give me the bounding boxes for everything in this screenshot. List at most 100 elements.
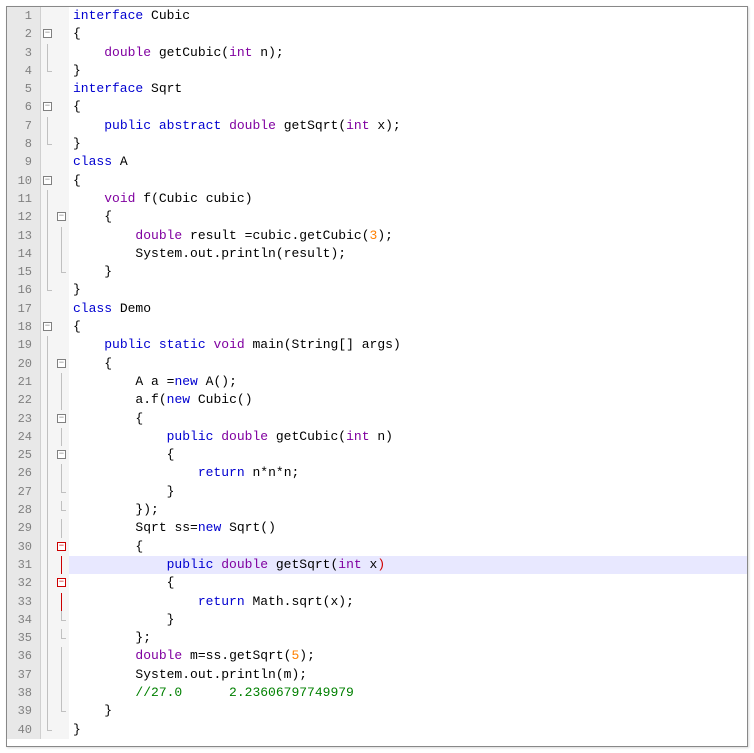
code-line[interactable]: 3 double getCubic(int n); <box>7 44 747 62</box>
code-line[interactable]: 32− { <box>7 574 747 592</box>
code-line[interactable]: 39 } <box>7 702 747 720</box>
code-line[interactable]: 31 public double getSqrt(int x) <box>7 556 747 574</box>
line-number: 1 <box>7 7 41 25</box>
code-line[interactable]: 15 } <box>7 263 747 281</box>
code-line[interactable]: 30− { <box>7 538 747 556</box>
code-line[interactable]: 19 public static void main(String[] args… <box>7 336 747 354</box>
code-content[interactable]: a.f(new Cubic() <box>69 391 747 409</box>
code-content[interactable]: } <box>69 611 747 629</box>
fold-toggle-icon[interactable]: − <box>57 212 66 221</box>
code-line[interactable]: 25− { <box>7 446 747 464</box>
code-content[interactable]: { <box>69 446 747 464</box>
code-line[interactable]: 7 public abstract double getSqrt(int x); <box>7 117 747 135</box>
fold-toggle-icon[interactable]: − <box>57 450 66 459</box>
code-line[interactable]: 8} <box>7 135 747 153</box>
code-content[interactable]: System.out.println(result); <box>69 245 747 263</box>
code-line[interactable]: 20− { <box>7 355 747 373</box>
code-line[interactable]: 34 } <box>7 611 747 629</box>
token-kw: public <box>104 118 151 133</box>
code-line[interactable]: 24 public double getCubic(int n) <box>7 428 747 446</box>
code-line[interactable]: 4} <box>7 62 747 80</box>
code-line[interactable]: 14 System.out.println(result); <box>7 245 747 263</box>
code-line[interactable]: 40} <box>7 721 747 739</box>
fold-toggle-icon[interactable]: − <box>43 176 52 185</box>
code-content[interactable]: public static void main(String[] args) <box>69 336 747 354</box>
code-line[interactable]: 6−{ <box>7 98 747 116</box>
code-line[interactable]: 29 Sqrt ss=new Sqrt() <box>7 519 747 537</box>
code-content[interactable]: Sqrt ss=new Sqrt() <box>69 519 747 537</box>
code-line[interactable]: 21 A a =new A(); <box>7 373 747 391</box>
code-content[interactable]: public abstract double getSqrt(int x); <box>69 117 747 135</box>
code-content[interactable]: } <box>69 483 747 501</box>
fold-toggle-icon[interactable]: − <box>57 578 66 587</box>
token-pn: x); <box>370 118 401 133</box>
code-content[interactable]: } <box>69 702 747 720</box>
code-content[interactable]: void f(Cubic cubic) <box>69 190 747 208</box>
code-line[interactable]: 35 }; <box>7 629 747 647</box>
code-content[interactable]: interface Cubic <box>69 7 747 25</box>
code-content[interactable]: public double getCubic(int n) <box>69 428 747 446</box>
fold-toggle-icon[interactable]: − <box>57 414 66 423</box>
code-line[interactable]: 9class A <box>7 153 747 171</box>
code-content[interactable]: return Math.sqrt(x); <box>69 593 747 611</box>
code-content[interactable]: //27.0 2.23606797749979 <box>69 684 747 702</box>
code-line[interactable]: 36 double m=ss.getSqrt(5); <box>7 647 747 665</box>
code-line[interactable]: 27 } <box>7 483 747 501</box>
code-content[interactable]: interface Sqrt <box>69 80 747 98</box>
code-content[interactable]: { <box>69 25 747 43</box>
code-content[interactable]: { <box>69 208 747 226</box>
code-line[interactable]: 28 }); <box>7 501 747 519</box>
code-content[interactable]: } <box>69 135 747 153</box>
code-line[interactable]: 5interface Sqrt <box>7 80 747 98</box>
code-content[interactable]: double getCubic(int n); <box>69 44 747 62</box>
fold-gutter <box>41 355 55 373</box>
code-line[interactable]: 16} <box>7 281 747 299</box>
code-content[interactable]: { <box>69 355 747 373</box>
code-line[interactable]: 10−{ <box>7 172 747 190</box>
code-content[interactable]: { <box>69 98 747 116</box>
code-content[interactable]: }; <box>69 629 747 647</box>
code-content[interactable]: class Demo <box>69 300 747 318</box>
token-pn: ); <box>299 648 315 663</box>
code-content[interactable]: { <box>69 538 747 556</box>
code-line[interactable]: 13 double result =cubic.getCubic(3); <box>7 227 747 245</box>
code-line[interactable]: 26 return n*n*n; <box>7 464 747 482</box>
fold-gutter <box>41 44 55 62</box>
fold-toggle-icon[interactable]: − <box>43 29 52 38</box>
code-content[interactable]: } <box>69 281 747 299</box>
code-content[interactable]: double result =cubic.getCubic(3); <box>69 227 747 245</box>
fold-gutter <box>55 190 69 208</box>
code-content[interactable]: { <box>69 318 747 336</box>
code-content[interactable]: double m=ss.getSqrt(5); <box>69 647 747 665</box>
code-line[interactable]: 33 return Math.sqrt(x); <box>7 593 747 611</box>
code-content[interactable]: } <box>69 263 747 281</box>
token-pn: (result); <box>276 246 346 261</box>
code-content[interactable]: { <box>69 172 747 190</box>
code-editor[interactable]: 1interface Cubic2−{3 double getCubic(int… <box>6 6 748 747</box>
code-content[interactable]: A a =new A(); <box>69 373 747 391</box>
fold-toggle-icon[interactable]: − <box>43 322 52 331</box>
fold-toggle-icon[interactable]: − <box>43 102 52 111</box>
code-line[interactable]: 17class Demo <box>7 300 747 318</box>
code-line[interactable]: 2−{ <box>7 25 747 43</box>
code-line[interactable]: 23− { <box>7 410 747 428</box>
code-content[interactable]: }); <box>69 501 747 519</box>
code-line[interactable]: 22 a.f(new Cubic() <box>7 391 747 409</box>
code-content[interactable]: } <box>69 62 747 80</box>
code-line[interactable]: 18−{ <box>7 318 747 336</box>
code-line[interactable]: 12− { <box>7 208 747 226</box>
code-content[interactable]: { <box>69 410 747 428</box>
code-content[interactable]: return n*n*n; <box>69 464 747 482</box>
code-content[interactable]: System.out.println(m); <box>69 666 747 684</box>
fold-gutter <box>41 391 55 409</box>
code-content[interactable]: public double getSqrt(int x) <box>69 556 747 574</box>
code-line[interactable]: 38 //27.0 2.23606797749979 <box>7 684 747 702</box>
code-content[interactable]: class A <box>69 153 747 171</box>
fold-toggle-icon[interactable]: − <box>57 542 66 551</box>
code-content[interactable]: } <box>69 721 747 739</box>
code-line[interactable]: 11 void f(Cubic cubic) <box>7 190 747 208</box>
fold-toggle-icon[interactable]: − <box>57 359 66 368</box>
code-content[interactable]: { <box>69 574 747 592</box>
code-line[interactable]: 37 System.out.println(m); <box>7 666 747 684</box>
code-line[interactable]: 1 interface Cubic <box>7 7 747 25</box>
